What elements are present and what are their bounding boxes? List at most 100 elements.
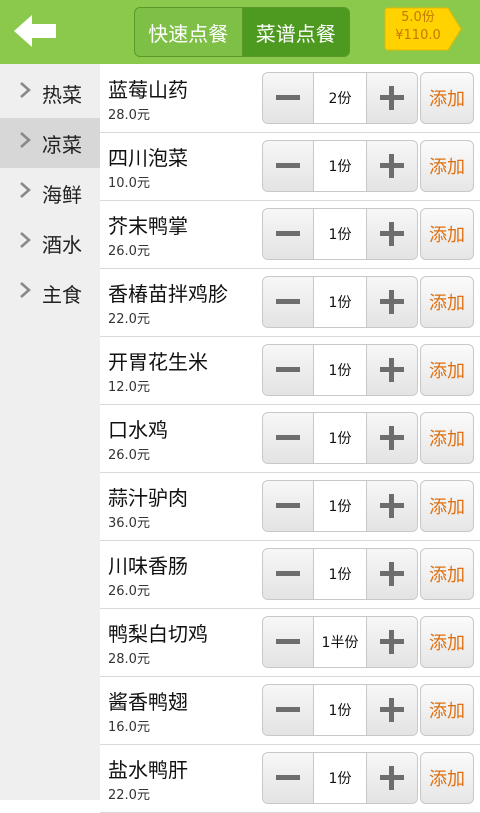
sidebar-item-hot-dishes[interactable]: 热菜 <box>0 68 100 118</box>
sidebar-item-label: 酒水 <box>42 232 82 257</box>
add-button[interactable]: 添加 <box>420 208 474 260</box>
minus-icon <box>276 163 300 168</box>
decrease-button[interactable] <box>263 617 314 667</box>
increase-button[interactable] <box>366 73 417 123</box>
sidebar-item-label: 凉菜 <box>42 132 82 157</box>
decrease-button[interactable] <box>263 345 314 395</box>
quantity-stepper: 1份 <box>262 684 418 736</box>
chevron-right-icon <box>20 132 31 148</box>
order-mode-tabs: 快速点餐 菜谱点餐 <box>134 7 350 57</box>
sidebar-item-label: 热菜 <box>42 82 82 107</box>
dish-name: 口水鸡 <box>108 418 168 442</box>
plus-icon-vertical <box>389 562 394 586</box>
quantity-value: 1份 <box>314 685 366 735</box>
increase-button[interactable] <box>366 481 417 531</box>
quantity-stepper: 1份 <box>262 208 418 260</box>
quantity-value: 1半份 <box>314 617 366 667</box>
list-item: 盐水鸭肝 22.0元 1份 添加 <box>100 744 480 813</box>
plus-icon-vertical <box>389 290 394 314</box>
increase-button[interactable] <box>366 413 417 463</box>
dish-name: 鸭梨白切鸡 <box>108 622 208 646</box>
add-button[interactable]: 添加 <box>420 412 474 464</box>
increase-button[interactable] <box>366 753 417 803</box>
add-button[interactable]: 添加 <box>420 344 474 396</box>
increase-button[interactable] <box>366 549 417 599</box>
cart-total: ¥110.0 <box>395 28 441 43</box>
add-button[interactable]: 添加 <box>420 276 474 328</box>
list-item: 口水鸡 26.0元 1份 添加 <box>100 404 480 473</box>
add-button[interactable]: 添加 <box>420 72 474 124</box>
sidebar-item-drinks[interactable]: 酒水 <box>0 218 100 268</box>
plus-icon-vertical <box>389 630 394 654</box>
dish-name: 开胃花生米 <box>108 350 208 374</box>
decrease-button[interactable] <box>263 209 314 259</box>
back-button[interactable] <box>12 12 60 50</box>
list-item: 开胃花生米 12.0元 1份 添加 <box>100 336 480 405</box>
add-button[interactable]: 添加 <box>420 480 474 532</box>
add-button[interactable]: 添加 <box>420 752 474 804</box>
increase-button[interactable] <box>366 345 417 395</box>
increase-button[interactable] <box>366 209 417 259</box>
quantity-stepper: 1份 <box>262 548 418 600</box>
sidebar-item-seafood[interactable]: 海鲜 <box>0 168 100 218</box>
dish-price: 28.0元 <box>108 652 150 667</box>
decrease-button[interactable] <box>263 481 314 531</box>
sidebar-item-staple[interactable]: 主食 <box>0 268 100 318</box>
decrease-button[interactable] <box>263 549 314 599</box>
quantity-stepper: 1份 <box>262 140 418 192</box>
dish-price: 10.0元 <box>108 176 150 191</box>
quantity-stepper: 1份 <box>262 412 418 464</box>
dish-name: 盐水鸭肝 <box>108 758 188 782</box>
sidebar-item-cold-dishes[interactable]: 凉菜 <box>0 118 100 168</box>
minus-icon <box>276 639 300 644</box>
dish-name: 川味香肠 <box>108 554 188 578</box>
quantity-stepper: 1半份 <box>262 616 418 668</box>
quantity-value: 1份 <box>314 753 366 803</box>
tab-quick-order[interactable]: 快速点餐 <box>135 8 243 56</box>
cart-summary[interactable]: 5.0份 ¥110.0 <box>384 9 452 45</box>
decrease-button[interactable] <box>263 753 314 803</box>
decrease-button[interactable] <box>263 141 314 191</box>
add-button[interactable]: 添加 <box>420 616 474 668</box>
add-button[interactable]: 添加 <box>420 140 474 192</box>
increase-button[interactable] <box>366 141 417 191</box>
add-button[interactable]: 添加 <box>420 684 474 736</box>
minus-icon <box>276 231 300 236</box>
list-item: 川味香肠 26.0元 1份 添加 <box>100 540 480 609</box>
chevron-right-icon <box>20 232 31 248</box>
cart-count: 5.0份 <box>401 10 435 25</box>
increase-button[interactable] <box>366 617 417 667</box>
list-item: 酱香鸭翅 16.0元 1份 添加 <box>100 676 480 745</box>
decrease-button[interactable] <box>263 277 314 327</box>
quantity-stepper: 1份 <box>262 276 418 328</box>
plus-icon-vertical <box>389 154 394 178</box>
quantity-value: 1份 <box>314 209 366 259</box>
dish-list: 蓝莓山药 28.0元 2份 添加 四川泡菜 10.0元 1份 添加 芥末鸭掌 2… <box>100 64 480 813</box>
quantity-value: 1份 <box>314 481 366 531</box>
decrease-button[interactable] <box>263 685 314 735</box>
minus-icon <box>276 299 300 304</box>
minus-icon <box>276 571 300 576</box>
quantity-stepper: 1份 <box>262 344 418 396</box>
list-item: 鸭梨白切鸡 28.0元 1半份 添加 <box>100 608 480 677</box>
tab-menu-order[interactable]: 菜谱点餐 <box>242 8 349 56</box>
dish-name: 芥末鸭掌 <box>108 214 188 238</box>
dish-price: 26.0元 <box>108 448 150 463</box>
chevron-right-icon <box>20 82 31 98</box>
chevron-right-icon <box>20 182 31 198</box>
increase-button[interactable] <box>366 277 417 327</box>
dish-price: 26.0元 <box>108 584 150 599</box>
list-item: 蒜汁驴肉 36.0元 1份 添加 <box>100 472 480 541</box>
decrease-button[interactable] <box>263 413 314 463</box>
dish-price: 28.0元 <box>108 108 150 123</box>
add-button[interactable]: 添加 <box>420 548 474 600</box>
minus-icon <box>276 435 300 440</box>
dish-price: 22.0元 <box>108 312 150 327</box>
minus-icon <box>276 503 300 508</box>
quantity-value: 1份 <box>314 345 366 395</box>
increase-button[interactable] <box>366 685 417 735</box>
decrease-button[interactable] <box>263 73 314 123</box>
sidebar-item-label: 海鲜 <box>42 182 82 207</box>
dish-name: 香椿苗拌鸡胗 <box>108 282 228 306</box>
dish-price: 22.0元 <box>108 788 150 803</box>
